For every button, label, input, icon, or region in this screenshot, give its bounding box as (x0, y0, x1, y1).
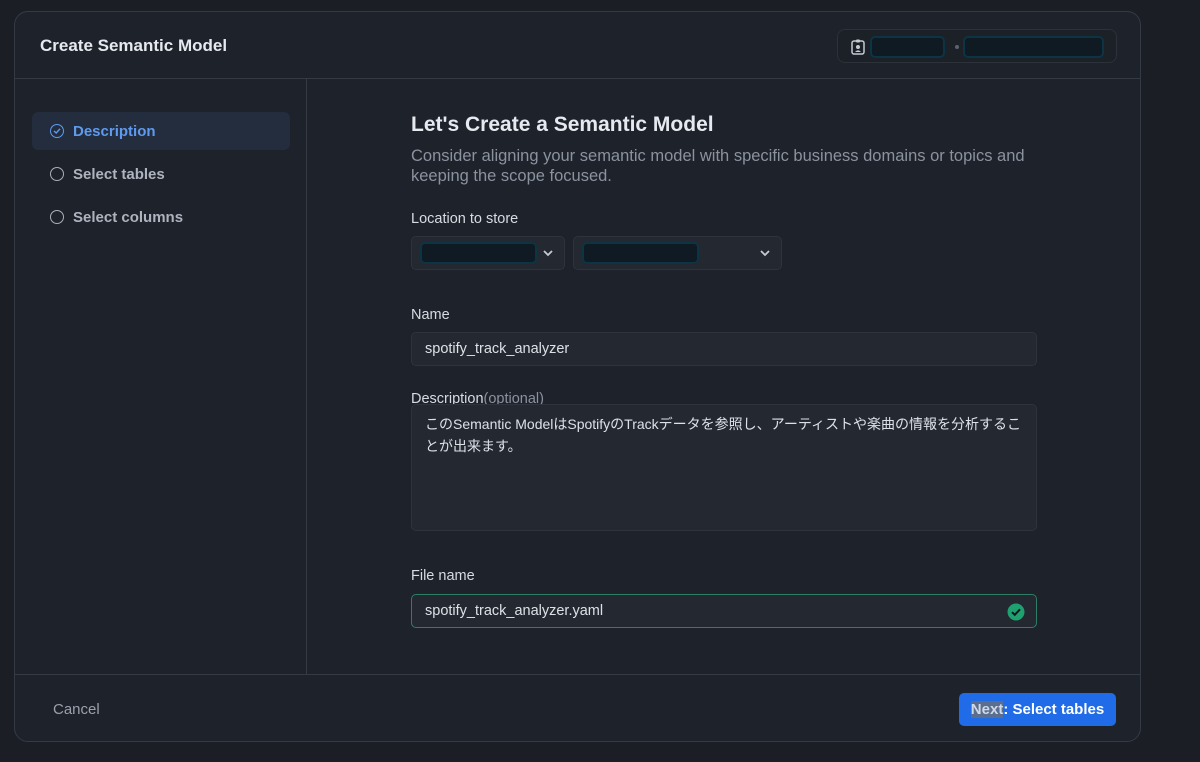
filename-label: File name (411, 568, 475, 584)
chevron-down-icon (543, 250, 553, 257)
badge-icon (851, 39, 865, 55)
context-separator (955, 45, 959, 49)
description-value: このSemantic ModelはSpotifyのTrackデータを参照し、アー… (425, 416, 1021, 454)
chevron-down-icon (760, 250, 770, 257)
circle-icon (50, 167, 64, 181)
step-description[interactable]: Description (32, 112, 290, 150)
page-subtitle: Consider aligning your semantic model wi… (411, 147, 1025, 185)
name-input[interactable]: spotify_track_analyzer (411, 332, 1037, 366)
circle-icon (50, 210, 64, 224)
check-circle-icon (50, 124, 64, 138)
step-label: Select columns (73, 209, 184, 226)
dialog-title: Create Semantic Model (40, 36, 228, 55)
name-value: spotify_track_analyzer (425, 341, 570, 357)
cancel-button[interactable]: Cancel (53, 701, 100, 718)
dialog-header: Create Semantic Model (15, 12, 1140, 79)
database-value-redacted (420, 242, 537, 264)
context-selector[interactable] (837, 29, 1117, 63)
description-textarea[interactable]: このSemantic ModelはSpotifyのTrackデータを参照し、アー… (411, 404, 1037, 531)
next-rest-text: : Select tables (1003, 701, 1105, 718)
database-select[interactable] (411, 236, 565, 270)
check-circle-filled-icon (1007, 603, 1025, 621)
schema-select[interactable] (573, 236, 782, 270)
schema-value-redacted (582, 242, 699, 264)
create-semantic-model-dialog: Create Semantic Model Description Select… (14, 11, 1141, 742)
next-highlight-text: Next (970, 701, 1004, 718)
location-label: Location to store (411, 211, 519, 227)
dialog-footer: Cancel Next: Select tables (15, 674, 1140, 741)
step-select-columns[interactable]: Select columns (32, 198, 290, 236)
step-label: Select tables (73, 166, 165, 183)
filename-input[interactable]: spotify_track_analyzer.yaml (411, 594, 1037, 628)
step-select-tables[interactable]: Select tables (32, 155, 290, 193)
context-role-redacted (870, 36, 945, 58)
next-select-tables-button[interactable]: Next: Select tables (959, 693, 1116, 726)
steps-sidebar: Description Select tables Select columns (15, 79, 307, 674)
filename-value: spotify_track_analyzer.yaml (425, 603, 604, 619)
context-warehouse-redacted (963, 36, 1104, 58)
step-label: Description (73, 123, 156, 140)
name-label: Name (411, 307, 450, 323)
form-content: Let's Create a Semantic Model Consider a… (307, 79, 1140, 674)
page-title: Let's Create a Semantic Model (411, 113, 714, 136)
